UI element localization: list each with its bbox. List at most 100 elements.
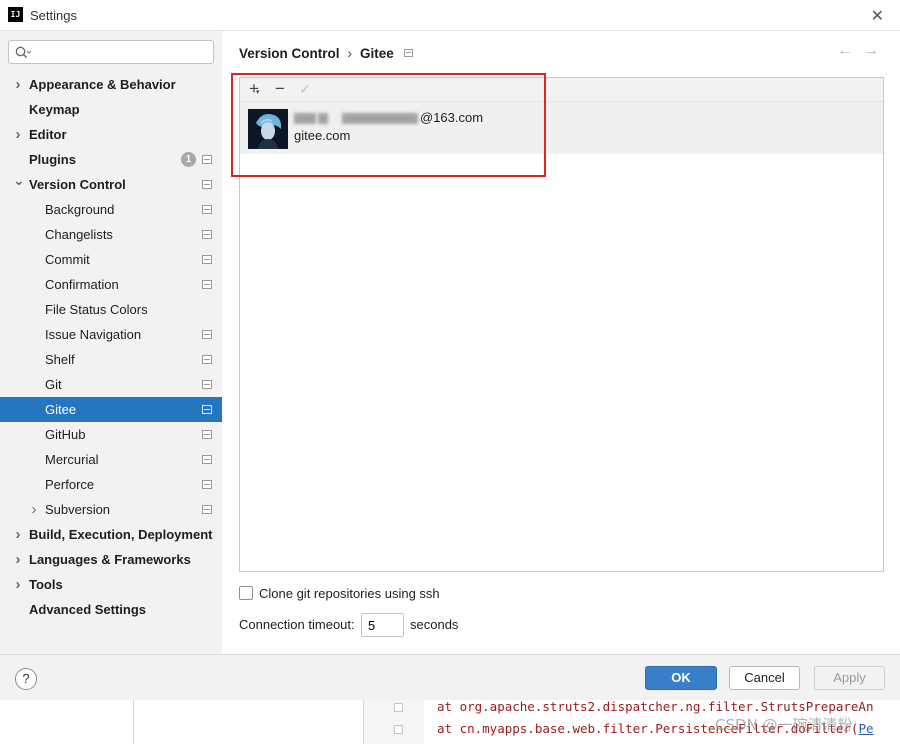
search-icon bbox=[15, 46, 31, 58]
ok-button[interactable]: OK bbox=[645, 666, 717, 690]
fold-icon[interactable] bbox=[394, 725, 403, 734]
sidebar-item-label: Appearance & Behavior bbox=[29, 77, 176, 92]
sidebar-item-confirmation[interactable]: Confirmation bbox=[0, 272, 222, 297]
breadcrumb-current: Gitee bbox=[360, 45, 394, 61]
sidebar-item-build-execution-deployment[interactable]: › Build, Execution, Deployment bbox=[0, 522, 222, 547]
sidebar-item-git[interactable]: Git bbox=[0, 372, 222, 397]
account-email: @163.com bbox=[294, 110, 483, 125]
settings-sidebar: › Appearance & Behavior Keymap › Editor Plugi… bbox=[0, 31, 222, 654]
sidebar-item-label: Git bbox=[45, 377, 62, 392]
clone-ssh-label[interactable]: Clone git repositories using ssh bbox=[259, 586, 440, 601]
project-scope-icon bbox=[202, 255, 212, 264]
sidebar-item-label: Perforce bbox=[45, 477, 95, 492]
account-email-suffix: @163.com bbox=[420, 110, 484, 125]
chevron-down-icon[interactable]: ⌄ bbox=[13, 172, 25, 188]
sidebar-item-editor[interactable]: › Editor bbox=[0, 122, 222, 147]
timeout-input[interactable] bbox=[361, 613, 404, 637]
search-field[interactable] bbox=[8, 40, 214, 64]
panel-divider bbox=[133, 700, 134, 744]
sidebar-item-keymap[interactable]: Keymap bbox=[0, 97, 222, 122]
clone-ssh-checkbox[interactable] bbox=[239, 586, 253, 600]
accounts-list-panel: + ▾ − ✓ @163.com gitee.com bbox=[239, 77, 884, 572]
chevron-right-icon[interactable]: › bbox=[13, 122, 23, 147]
check-icon: ✓ bbox=[299, 81, 311, 97]
sidebar-item-label: File Status Colors bbox=[45, 302, 148, 317]
chevron-right-icon[interactable]: › bbox=[13, 572, 23, 597]
breadcrumb-parent[interactable]: Version Control bbox=[239, 46, 340, 61]
search-input[interactable] bbox=[35, 43, 205, 61]
close-icon[interactable]: ✕ bbox=[871, 6, 884, 26]
sidebar-item-shelf[interactable]: Shelf bbox=[0, 347, 222, 372]
project-scope-icon bbox=[202, 155, 212, 164]
chevron-right-icon[interactable]: › bbox=[13, 547, 23, 572]
update-count-badge: 1 bbox=[181, 152, 196, 167]
sidebar-item-label: Shelf bbox=[45, 352, 75, 367]
sidebar-item-label: Commit bbox=[45, 252, 90, 267]
sidebar-item-gitee[interactable]: Gitee bbox=[0, 397, 222, 422]
watermark: CSDN @一碗清清粉 bbox=[715, 716, 853, 734]
sidebar-item-label: Version Control bbox=[29, 177, 126, 192]
account-row[interactable]: @163.com gitee.com bbox=[240, 102, 883, 154]
sidebar-item-advanced-settings[interactable]: Advanced Settings bbox=[0, 597, 222, 622]
sidebar-item-mercurial[interactable]: Mercurial bbox=[0, 447, 222, 472]
avatar bbox=[248, 109, 288, 149]
sidebar-item-changelists[interactable]: Changelists bbox=[0, 222, 222, 247]
apply-button[interactable]: Apply bbox=[814, 666, 885, 690]
sidebar-item-label: Background bbox=[45, 202, 115, 217]
project-scope-icon bbox=[202, 480, 212, 489]
sidebar-item-commit[interactable]: Commit bbox=[0, 247, 222, 272]
remove-account-button[interactable]: − bbox=[271, 80, 289, 98]
title-bar: IJ Settings ✕ bbox=[0, 0, 900, 31]
sidebar-item-appearance-behavior[interactable]: › Appearance & Behavior bbox=[0, 72, 222, 97]
sidebar-item-issue-navigation[interactable]: Issue Navigation bbox=[0, 322, 222, 347]
sidebar-item-subversion[interactable]: › Subversion bbox=[0, 497, 222, 522]
accounts-toolbar: + ▾ − ✓ bbox=[240, 78, 883, 102]
chevron-right-icon[interactable]: › bbox=[13, 72, 23, 97]
timeout-unit-label: seconds bbox=[410, 617, 459, 632]
sidebar-item-label: Languages & Frameworks bbox=[29, 552, 191, 567]
project-scope-icon bbox=[202, 355, 212, 364]
add-account-button[interactable]: + ▾ bbox=[245, 80, 263, 98]
project-scope-icon bbox=[202, 330, 212, 339]
sidebar-item-label: Subversion bbox=[45, 502, 111, 517]
sidebar-item-label: Plugins bbox=[29, 152, 76, 167]
sidebar-item-label: Advanced Settings bbox=[29, 602, 147, 617]
sidebar-item-label: Keymap bbox=[29, 102, 80, 117]
sidebar-item-label: Confirmation bbox=[45, 277, 119, 292]
sidebar-item-label: Mercurial bbox=[45, 452, 99, 467]
breadcrumb: Version Control › Gitee bbox=[239, 45, 413, 61]
chevron-right-icon[interactable]: › bbox=[29, 497, 39, 522]
sidebar-item-languages-frameworks[interactable]: › Languages & Frameworks bbox=[0, 547, 222, 572]
sidebar-item-version-control[interactable]: ⌄ Version Control bbox=[0, 172, 222, 197]
chevron-right-icon[interactable]: › bbox=[13, 522, 23, 547]
sidebar-item-perforce[interactable]: Perforce bbox=[0, 472, 222, 497]
sidebar-item-github[interactable]: GitHub bbox=[0, 422, 222, 447]
project-scope-icon bbox=[202, 455, 212, 464]
fold-icon[interactable] bbox=[394, 703, 403, 712]
sidebar-item-label: Build, Execution, Deployment bbox=[29, 527, 213, 542]
help-icon[interactable]: ? bbox=[15, 668, 37, 690]
project-scope-icon bbox=[403, 49, 413, 58]
dialog-footer: ? OK Cancel Apply bbox=[0, 654, 900, 700]
set-default-account-button[interactable]: ✓ bbox=[296, 80, 314, 98]
sidebar-item-label: Issue Navigation bbox=[45, 327, 142, 342]
redacted-text bbox=[342, 113, 418, 125]
sidebar-item-label: Changelists bbox=[45, 227, 113, 242]
arrow-right-icon[interactable]: → bbox=[863, 42, 879, 60]
sidebar-item-tools[interactable]: › Tools bbox=[0, 572, 222, 597]
project-scope-icon bbox=[202, 505, 212, 514]
cancel-button[interactable]: Cancel bbox=[729, 666, 800, 690]
sidebar-item-plugins[interactable]: Plugins 1 bbox=[0, 147, 222, 172]
account-server: gitee.com bbox=[294, 128, 351, 143]
sidebar-item-file-status-colors[interactable]: File Status Colors bbox=[0, 297, 222, 322]
stacktrace-line: at org.apache.struts2.dispatcher.ng.filt… bbox=[437, 699, 874, 714]
settings-tree: › Appearance & Behavior Keymap › Editor Plugi… bbox=[0, 72, 222, 622]
arrow-left-icon[interactable]: ← bbox=[837, 42, 853, 60]
sidebar-item-label: Tools bbox=[29, 577, 63, 592]
sidebar-item-background[interactable]: Background bbox=[0, 197, 222, 222]
stacktrace-link[interactable]: Pe bbox=[858, 721, 873, 736]
project-scope-icon bbox=[202, 380, 212, 389]
window-title: Settings bbox=[30, 8, 77, 23]
project-scope-icon bbox=[202, 205, 212, 214]
redacted-text bbox=[294, 113, 316, 125]
